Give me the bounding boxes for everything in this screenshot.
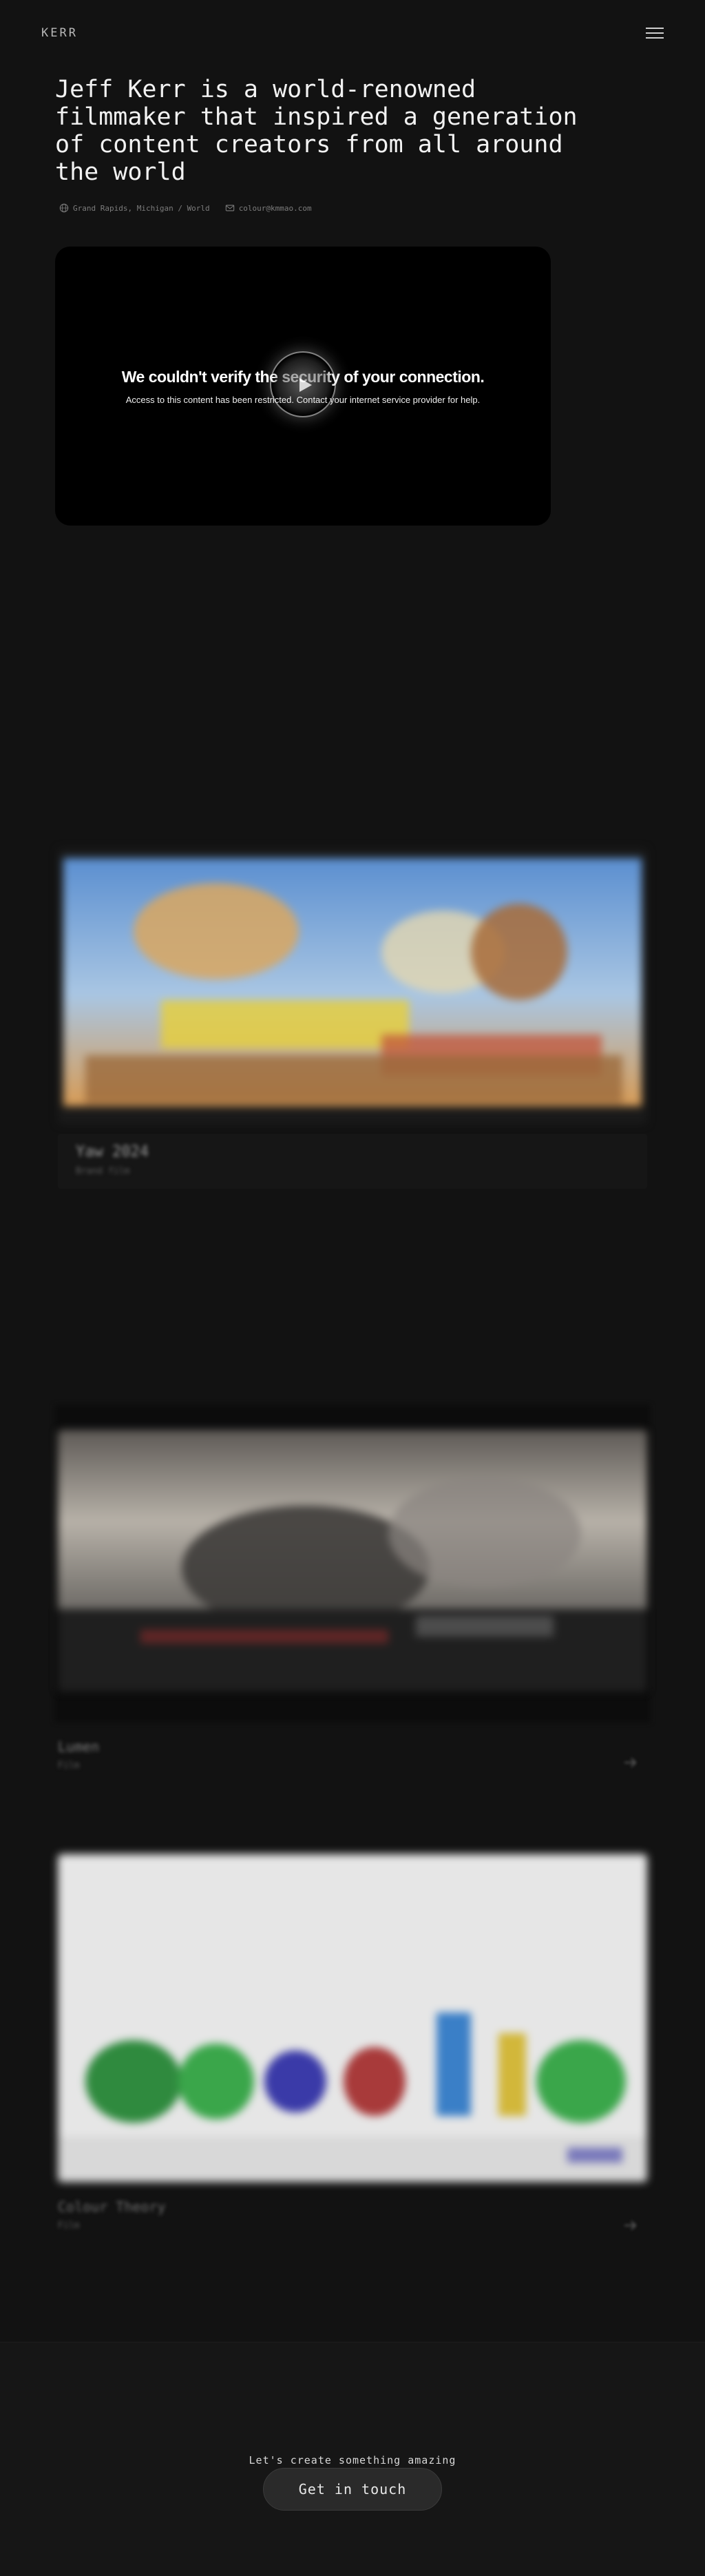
project-thumbnail[interactable]	[58, 1854, 647, 2182]
project-card[interactable]: Yaw 2024 Brand film	[58, 849, 647, 1221]
site-logo[interactable]: KERR	[41, 26, 78, 40]
email-item[interactable]: colour@kmmao.com	[225, 203, 312, 213]
project-info: Lumen Film	[58, 1738, 99, 1771]
project-caption: Yaw 2024 Brand film	[58, 1134, 647, 1189]
project-thumbnail[interactable]	[58, 849, 647, 1124]
site-header: KERR	[0, 0, 705, 66]
site-footer: Let's create something amazing Get in to…	[0, 2342, 705, 2576]
email-link[interactable]: colour@kmmao.com	[239, 204, 312, 213]
get-in-touch-button[interactable]: Get in touch	[263, 2468, 442, 2511]
hero-meta: Grand Rapids, Michigan / World colour@km…	[59, 202, 312, 214]
video-player[interactable]: We couldn't verify the security of your …	[55, 247, 551, 526]
project-subtitle: Brand film	[76, 1166, 130, 1176]
mail-icon	[225, 205, 234, 211]
project-info: Colour Theory Film	[58, 2199, 166, 2231]
hero-title: Jeff Kerr is a world-renowned filmmaker …	[55, 76, 578, 186]
project-info: Yaw 2024 Brand film	[76, 1143, 149, 1176]
project-title: Lumen	[58, 1738, 100, 1755]
play-button[interactable]	[270, 351, 336, 417]
arrow-right-icon[interactable]	[622, 2218, 638, 2233]
video-error-subtitle: Access to this content has been restrict…	[125, 395, 481, 405]
project-subtitle: Film	[58, 2221, 80, 2231]
globe-icon	[59, 203, 69, 213]
project-subtitle: Film	[58, 1760, 80, 1771]
play-icon	[299, 378, 312, 392]
location-item: Grand Rapids, Michigan / World	[59, 203, 210, 213]
project-title: Colour Theory	[58, 2199, 166, 2215]
project-thumbnail[interactable]	[58, 1430, 647, 1692]
project-thumbnail-art	[58, 1430, 647, 1692]
menu-line	[646, 37, 664, 39]
project-card[interactable]: Lumen Film	[55, 1405, 650, 1791]
arrow-right-icon[interactable]	[622, 1755, 638, 1770]
menu-line	[646, 28, 664, 29]
project-title: Yaw 2024	[76, 1143, 149, 1161]
location-text: Grand Rapids, Michigan / World	[73, 203, 210, 213]
hamburger-menu-icon[interactable]	[646, 28, 664, 40]
project-thumbnail-art	[58, 1854, 647, 2182]
project-thumbnail-art	[58, 849, 647, 1124]
menu-line	[646, 32, 664, 34]
footer-tagline: Let's create something amazing	[249, 2454, 456, 2466]
project-card[interactable]: Colour Theory Film	[58, 1854, 647, 2240]
